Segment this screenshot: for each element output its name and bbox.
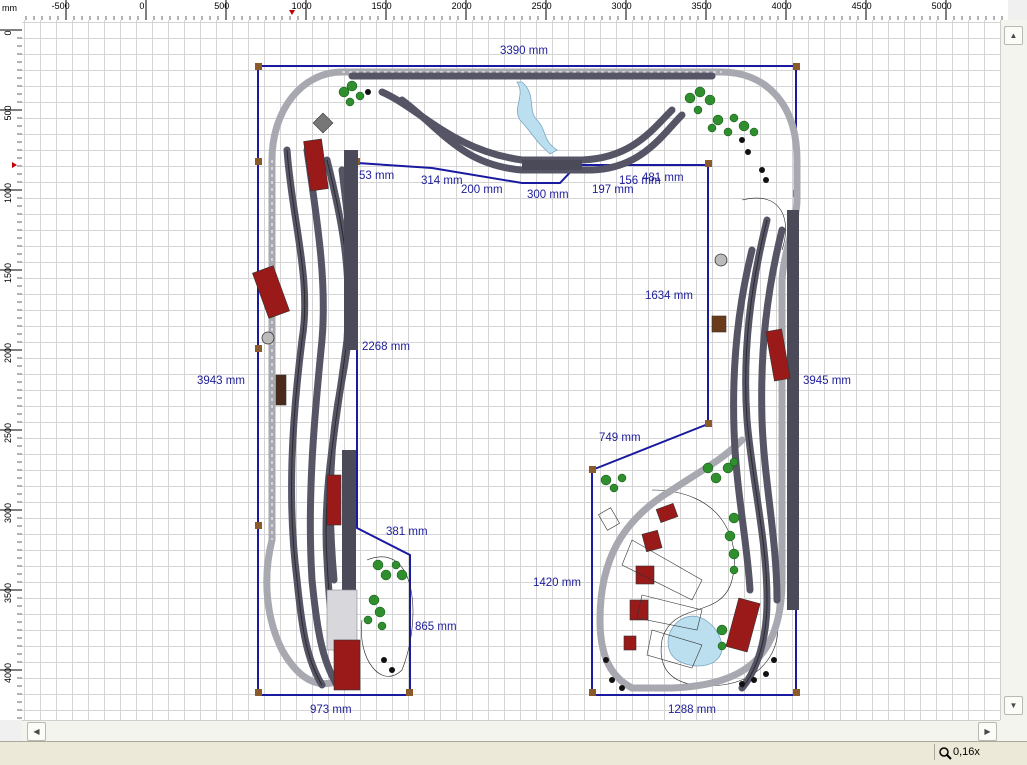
turntable-left <box>261 331 275 345</box>
house-3 <box>635 565 655 585</box>
ruler-label-vertical: 3500 <box>3 583 13 603</box>
triangle-down-icon: ▼ <box>1009 701 1018 710</box>
dim-314: 314 mm <box>421 175 463 187</box>
river <box>516 81 558 155</box>
ruler-label-horizontal: 2500 <box>532 1 552 11</box>
scroll-right-button[interactable]: ▶ <box>978 722 997 741</box>
track-plan[interactable] <box>22 20 1008 720</box>
ruler-unit: mm <box>2 3 17 13</box>
dim-200: 200 mm <box>461 184 503 196</box>
ruler-label-horizontal: -500 <box>52 1 70 11</box>
vertical-ruler-scale: 0 500 1000 1500 2000 2500 3000 3500 4000 <box>0 29 22 719</box>
horizontal-ruler: -500 0 500 1000 1500 2000 2500 3000 3500 4000 4500… <box>22 0 1008 21</box>
building-left-mid <box>326 474 342 526</box>
ruler-label-vertical: 0 <box>3 30 13 35</box>
triangle-right-icon: ▶ <box>984 727 991 736</box>
ruler-label-vertical: 3000 <box>3 503 13 523</box>
platform-right <box>787 210 799 610</box>
ruler-label-horizontal: 0 <box>139 1 144 11</box>
dim-749: 749 mm <box>599 432 641 444</box>
ruler-label-vertical: 1000 <box>3 183 13 203</box>
shed-right <box>711 315 727 333</box>
dim-481: 481 mm <box>642 172 684 184</box>
house-2 <box>641 529 663 553</box>
ruler-label-horizontal: 500 <box>214 1 229 11</box>
horizontal-scrollbar[interactable]: ◀ ▶ <box>22 720 1000 742</box>
dim-381: 381 mm <box>386 526 428 538</box>
dim-300: 300 mm <box>527 189 569 201</box>
horizontal-ruler-scale: -500 0 500 1000 1500 2000 2500 3000 3500 4000 4500… <box>25 0 1003 20</box>
layout-canvas[interactable]: 3390 mm 53 mm 314 mm 200 mm 300 mm 197 m… <box>22 20 1008 720</box>
pond <box>667 615 723 667</box>
scroll-down-button[interactable]: ▼ <box>1004 696 1023 715</box>
building-station-left <box>303 138 329 192</box>
dim-53: 53 mm <box>359 170 395 182</box>
ruler-label-vertical: 4000 <box>3 663 13 683</box>
cursor-marker-vertical <box>12 162 17 168</box>
ruler-label-horizontal: 2000 <box>452 1 472 11</box>
triangle-left-icon: ◀ <box>33 727 40 736</box>
dim-inner-right: 1634 mm <box>645 290 693 302</box>
building-right-large <box>725 597 761 653</box>
dim-1420: 1420 mm <box>533 577 581 589</box>
zoom-indicator[interactable]: 0,16x <box>934 744 1023 760</box>
dim-right-height: 3945 mm <box>803 375 851 387</box>
ruler-label-vertical: 500 <box>3 105 13 120</box>
scroll-up-button[interactable]: ▲ <box>1004 26 1023 45</box>
ruler-label-horizontal: 5000 <box>932 1 952 11</box>
building-left-bottom <box>333 639 361 691</box>
house-5 <box>623 635 637 651</box>
ruler-label-horizontal: 3000 <box>612 1 632 11</box>
magnifier-icon <box>939 747 952 760</box>
water-tower <box>312 112 334 134</box>
dim-top-width: 3390 mm <box>500 45 548 57</box>
platform-left-lower <box>342 450 356 610</box>
scroll-left-button[interactable]: ◀ <box>27 722 46 741</box>
dim-bottom-right: 1288 mm <box>668 704 716 716</box>
dim-865: 865 mm <box>415 621 457 633</box>
rail-lines <box>286 149 768 689</box>
ruler-label-horizontal: 1500 <box>372 1 392 11</box>
dim-inner-left: 2268 mm <box>362 341 410 353</box>
ruler-label-horizontal: 4500 <box>852 1 872 11</box>
ruler-label-vertical: 2500 <box>3 423 13 443</box>
building-right-station <box>765 328 791 382</box>
vertical-scrollbar[interactable]: ▲ ▼ <box>1000 20 1027 720</box>
dim-left-height: 3943 mm <box>197 375 245 387</box>
status-bar: 0,16x <box>0 741 1027 765</box>
ruler-label-vertical: 1500 <box>3 263 13 283</box>
platform-top <box>522 160 582 170</box>
vertical-ruler: 0 500 1000 1500 2000 2500 3000 3500 4000 <box>0 20 23 720</box>
zoom-level: 0,16x <box>953 746 980 758</box>
terrain-contours <box>361 197 786 687</box>
platform-left-upper <box>344 150 358 350</box>
ruler-label-vertical: 2000 <box>3 343 13 363</box>
scrollbar-corner <box>1000 720 1027 741</box>
dim-bottom-left: 973 mm <box>310 704 352 716</box>
ruler-label-horizontal: 3500 <box>692 1 712 11</box>
ruler-corner: mm <box>0 0 23 21</box>
triangle-up-icon: ▲ <box>1009 31 1018 40</box>
house-1 <box>655 502 679 524</box>
cursor-marker-horizontal <box>289 10 295 15</box>
shed-left <box>275 374 287 406</box>
turntable-right <box>714 253 728 267</box>
ruler-label-horizontal: 4000 <box>772 1 792 11</box>
ruler-label-horizontal: 1000 <box>292 1 312 11</box>
